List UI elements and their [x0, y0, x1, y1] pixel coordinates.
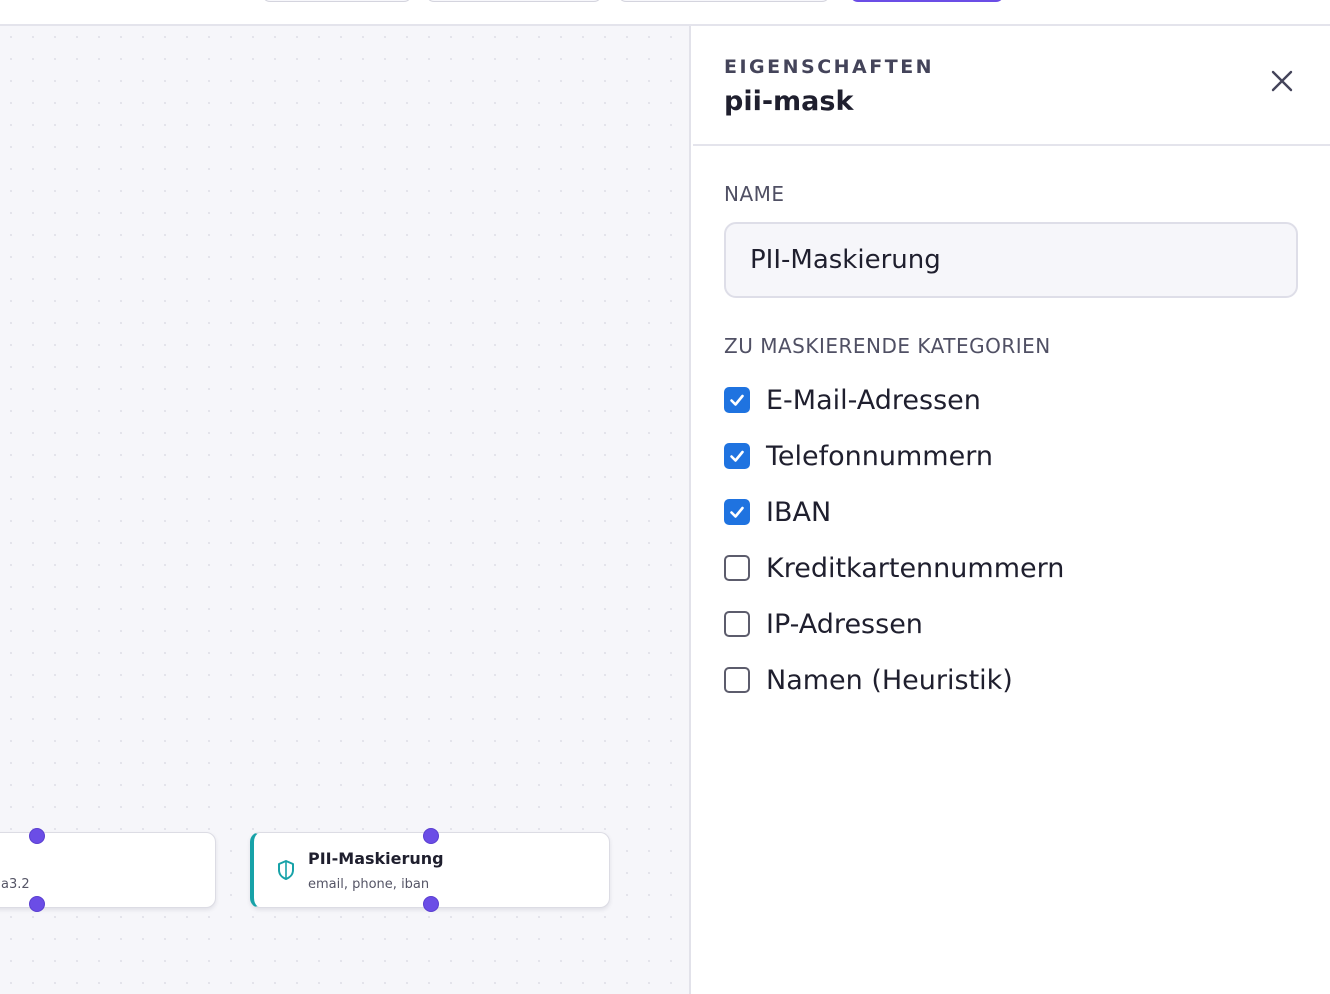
category-phone[interactable]: Telefonnummern: [724, 428, 1304, 484]
panel-title: pii-mask: [724, 86, 854, 117]
category-label: Telefonnummern: [766, 440, 993, 472]
category-label: IP-Adressen: [766, 608, 923, 640]
node-title: PII-Maskierung: [308, 849, 444, 868]
category-label: Namen (Heuristik): [766, 664, 1013, 696]
node-subtitle: a3.2: [1, 877, 30, 892]
toolbar-button-2[interactable]: [426, 0, 602, 2]
check-icon: [730, 394, 744, 406]
checkbox[interactable]: [724, 555, 750, 581]
node-input-handle[interactable]: [29, 828, 45, 844]
category-names[interactable]: Namen (Heuristik): [724, 652, 1304, 708]
check-icon: [730, 506, 744, 518]
node-subtitle: email, phone, iban: [308, 877, 430, 892]
category-label: E-Mail-Adressen: [766, 384, 981, 416]
category-label: IBAN: [766, 496, 832, 528]
categories-list: E-Mail-Adressen Telefonnummern IBAN Kred…: [724, 372, 1304, 708]
name-label: NAME: [724, 182, 785, 206]
node-output-handle[interactable]: [29, 896, 45, 912]
checkbox[interactable]: [724, 667, 750, 693]
node-input-handle[interactable]: [423, 828, 439, 844]
check-icon: [730, 450, 744, 462]
close-button[interactable]: [1265, 66, 1299, 100]
top-toolbar: [0, 0, 1330, 26]
checkbox[interactable]: [724, 443, 750, 469]
checkbox[interactable]: [724, 611, 750, 637]
close-icon: [1271, 70, 1293, 96]
category-credit-card[interactable]: Kreditkartennummern: [724, 540, 1304, 596]
flow-canvas[interactable]: a3.2 PII-Maskierung email, phone, iban: [0, 26, 691, 994]
checkbox[interactable]: [724, 499, 750, 525]
name-input[interactable]: [724, 222, 1298, 298]
category-label: Kreditkartennummern: [766, 552, 1065, 584]
toolbar-button-3[interactable]: [618, 0, 830, 2]
category-ip[interactable]: IP-Adressen: [724, 596, 1304, 652]
properties-panel: EIGENSCHAFTEN pii-mask NAME ZU MASKIEREN…: [693, 26, 1330, 994]
node-output-handle[interactable]: [423, 896, 439, 912]
categories-label: ZU MASKIERENDE KATEGORIEN: [724, 334, 1051, 358]
panel-header: EIGENSCHAFTEN pii-mask: [693, 26, 1330, 146]
toolbar-primary-button[interactable]: [850, 0, 1004, 2]
panel-eyebrow: EIGENSCHAFTEN: [724, 56, 935, 78]
checkbox[interactable]: [724, 387, 750, 413]
category-email[interactable]: E-Mail-Adressen: [724, 372, 1304, 428]
toolbar-button-1[interactable]: [262, 0, 412, 2]
shield-icon: [276, 859, 296, 881]
category-iban[interactable]: IBAN: [724, 484, 1304, 540]
